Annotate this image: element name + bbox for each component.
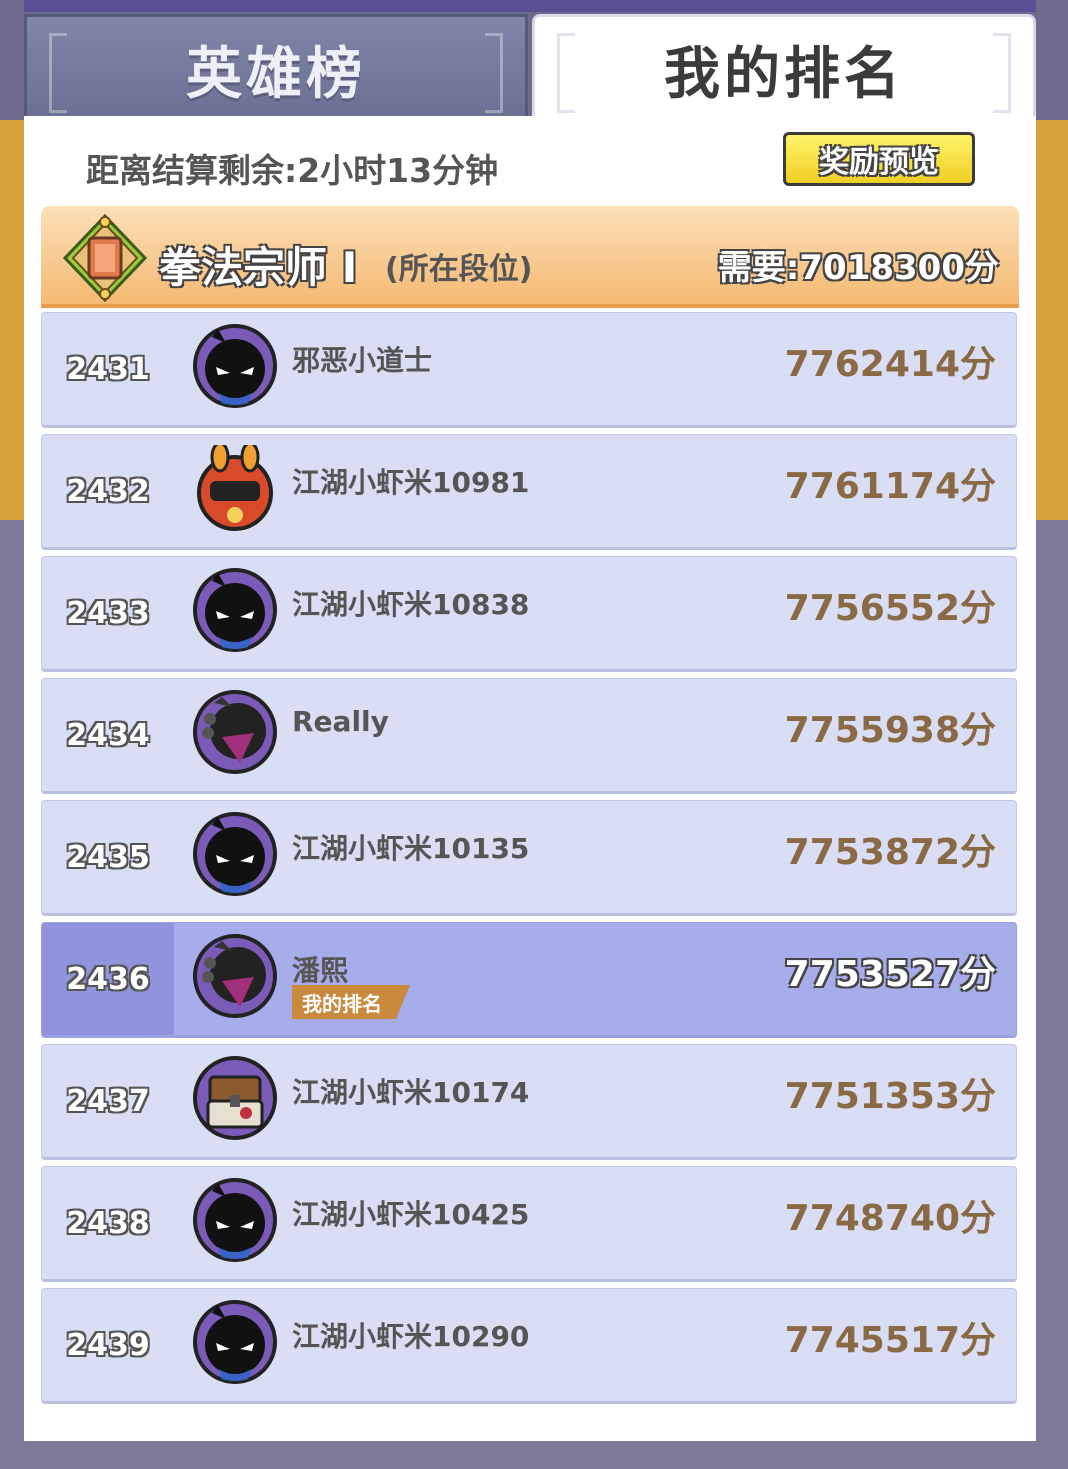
shadow-ninja-blue-icon[interactable] (192, 1177, 278, 1263)
tab-corner-deco (49, 33, 67, 113)
ranking-panel: 距离结算剩余:2小时13分钟 奖励预览 拳法宗师 I (所在段位) 需要:701… (24, 116, 1036, 1441)
shadow-ninja-blue-icon[interactable] (192, 567, 278, 653)
player-score: 7745517分 (784, 1320, 996, 1361)
player-name: 邪恶小道士 (292, 344, 433, 377)
player-name: 江湖小虾米10838 (292, 588, 530, 621)
tab-hero-board[interactable]: 英雄榜 (24, 14, 528, 122)
rank-number: 2437 (66, 1083, 150, 1119)
ranking-row[interactable]: 2433 江湖小虾米10838 7756552分 (41, 556, 1017, 672)
player-name: 江湖小虾米10174 (292, 1076, 530, 1109)
tier-header: 拳法宗师 I (所在段位) 需要:7018300分 (41, 206, 1019, 308)
my-rank-badge: 我的排名 (292, 985, 410, 1019)
player-name: 江湖小虾米10425 (292, 1198, 530, 1231)
reward-preview-button[interactable]: 奖励预览 (783, 132, 975, 186)
player-name: 潘熙 (292, 954, 349, 987)
tab-label: 英雄榜 (186, 42, 366, 107)
rank-number: 2435 (66, 839, 150, 875)
rank-number: 2432 (66, 473, 150, 509)
treasure-chest-icon[interactable] (192, 1055, 278, 1141)
player-score: 7756552分 (784, 588, 996, 629)
masked-assassin-icon[interactable] (192, 689, 278, 775)
ranking-row[interactable]: 2431 邪恶小道士 7762414分 (41, 312, 1017, 428)
settlement-timer: 距离结算剩余:2小时13分钟 (86, 151, 499, 190)
rank-number: 2434 (66, 717, 150, 753)
tab-corner-deco (993, 33, 1011, 113)
player-name: 江湖小虾米10290 (292, 1320, 530, 1353)
tier-name: 拳法宗师 I (159, 243, 358, 292)
player-name: 江湖小虾米10135 (292, 832, 530, 865)
player-score: 7753872分 (784, 832, 996, 873)
my-ranking-row[interactable]: 2436 潘熙 我的排名 7753527分 (41, 922, 1017, 1038)
tier-badge-icon (62, 214, 148, 302)
rank-number: 2436 (42, 923, 174, 1035)
shadow-ninja-blue-icon[interactable] (192, 811, 278, 897)
rank-number: 2433 (66, 595, 150, 631)
tab-corner-deco (485, 33, 503, 113)
ranking-row[interactable]: 2435 江湖小虾米10135 7753872分 (41, 800, 1017, 916)
player-score: 7751353分 (784, 1076, 996, 1117)
player-name: Really (292, 705, 389, 738)
ranking-row[interactable]: 2434 Really 7755938分 (41, 678, 1017, 794)
rank-number: 2431 (66, 351, 150, 387)
shadow-ninja-blue-icon[interactable] (192, 1299, 278, 1385)
masked-assassin-icon[interactable] (192, 933, 278, 1019)
ranking-row[interactable]: 2438 江湖小虾米10425 7748740分 (41, 1166, 1017, 1282)
player-name: 江湖小虾米10981 (292, 466, 530, 499)
frame-top-bar (24, 0, 1036, 12)
player-score: 7762414分 (784, 344, 996, 385)
rank-number: 2439 (66, 1327, 150, 1363)
rank-number: 2438 (66, 1205, 150, 1241)
red-bunny-warrior-icon[interactable] (192, 445, 278, 531)
shadow-ninja-blue-icon[interactable] (192, 323, 278, 409)
tier-note: (所在段位) (385, 252, 533, 287)
tab-label: 我的排名 (664, 42, 904, 107)
ranking-row[interactable]: 2437 江湖小虾米10174 7751353分 (41, 1044, 1017, 1160)
ranking-list[interactable]: 2431 邪恶小道士 7762414分 2432 江湖小虾米10981 7761174分 2… (41, 312, 1019, 1441)
player-score: 7761174分 (784, 466, 996, 507)
ranking-row[interactable]: 2432 江湖小虾米10981 7761174分 (41, 434, 1017, 550)
tab-corner-deco (557, 33, 575, 113)
player-score: 7755938分 (784, 710, 996, 751)
tab-my-rank[interactable]: 我的排名 (532, 14, 1036, 122)
ranking-row[interactable]: 2439 江湖小虾米10290 7745517分 (41, 1288, 1017, 1404)
player-score: 7753527分 (784, 954, 996, 995)
tier-required-score: 需要:7018300分 (717, 248, 999, 288)
player-score: 7748740分 (784, 1198, 996, 1239)
